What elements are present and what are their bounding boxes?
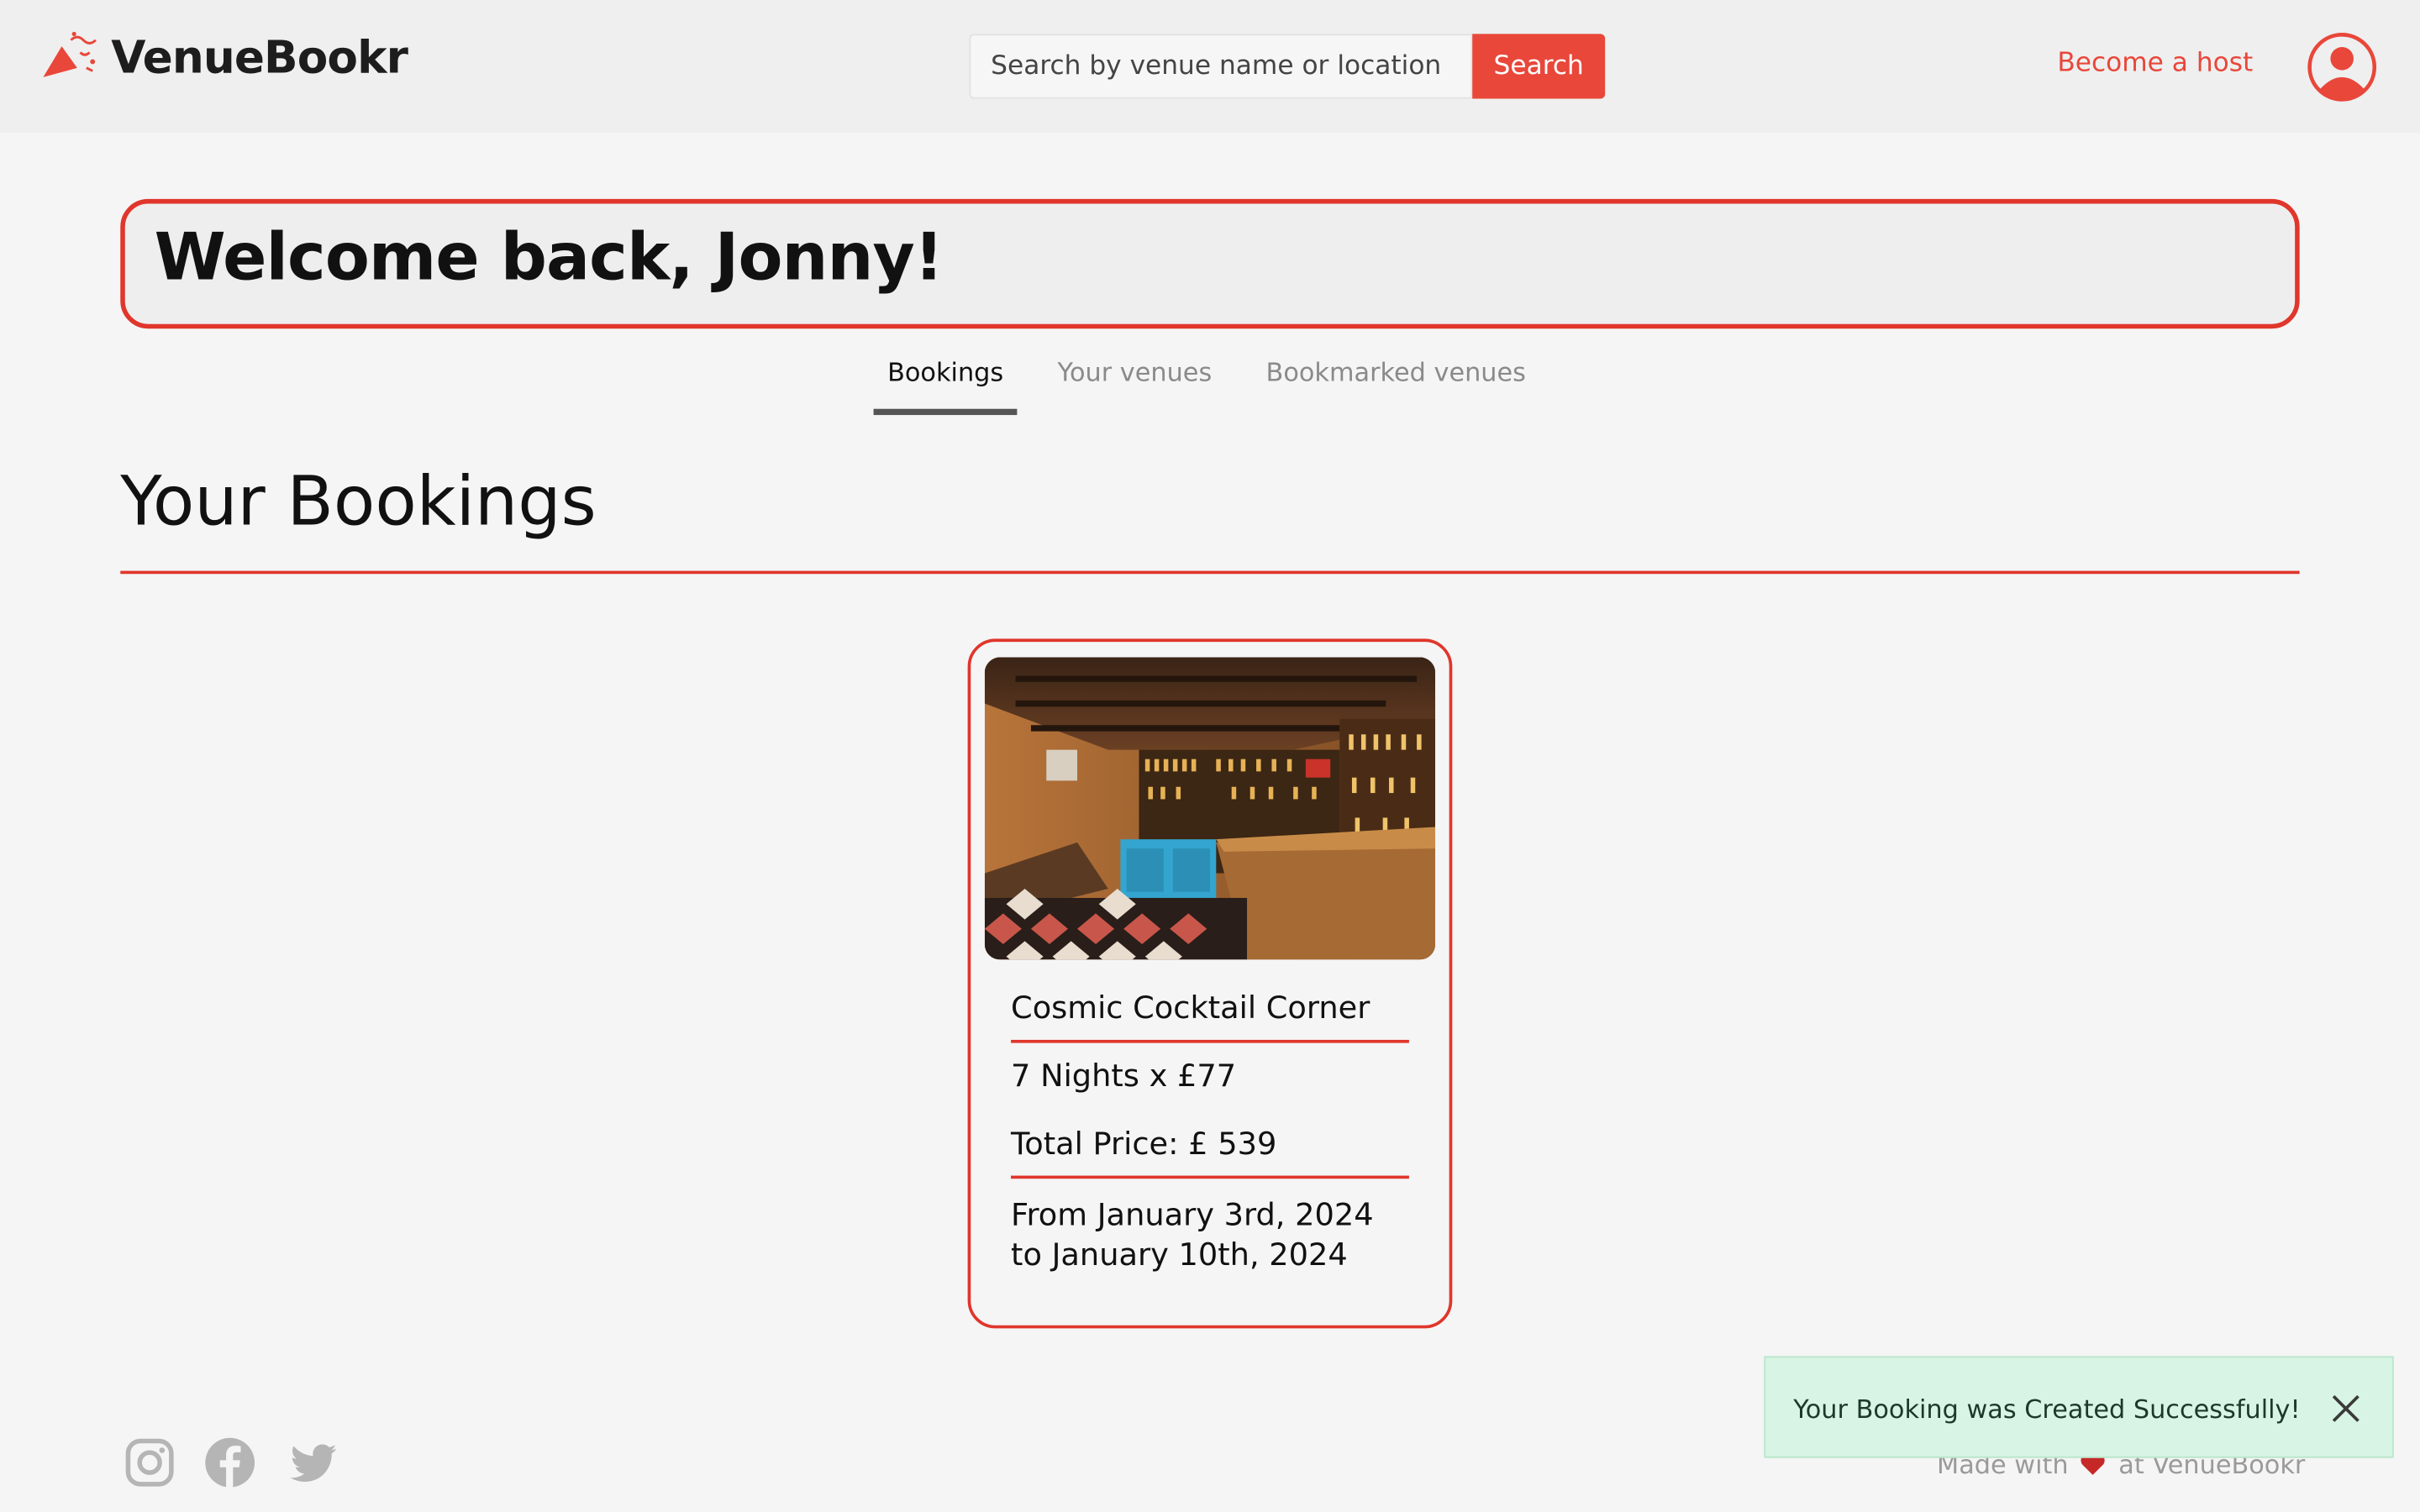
search-input[interactable] [969, 34, 1473, 99]
facebook-icon[interactable] [203, 1436, 255, 1488]
search-bar: Search [969, 34, 1606, 99]
welcome-title: Welcome back, Jonny! [154, 218, 944, 295]
date-to: to January 10th, 2024 [1011, 1236, 1348, 1273]
tab-your-venues[interactable]: Your venues [1044, 358, 1226, 415]
become-host-link[interactable]: Become a host [2057, 48, 2253, 79]
close-icon[interactable] [2329, 1392, 2363, 1425]
total-price: Total Price: £ 539 [1011, 1124, 1277, 1163]
dashboard-tabs: Bookings Your venues Bookmarked venues [873, 358, 1566, 416]
brand-name: VenueBookr [111, 30, 408, 84]
twitter-icon[interactable] [287, 1436, 339, 1488]
date-from: From January 3rd, 2024 [1011, 1195, 1374, 1233]
party-popper-icon [43, 31, 97, 77]
card-divider [1011, 1039, 1409, 1042]
tab-bookings[interactable]: Bookings [873, 358, 1018, 416]
section-title: Your Bookings [120, 463, 597, 542]
booking-card[interactable]: Cosmic Cocktail Corner 7 Nights x £77 To… [967, 638, 1453, 1329]
user-avatar-icon[interactable] [2307, 33, 2377, 102]
booking-dates: From January 3rd, 2024 to January 10th, … [1011, 1194, 1374, 1275]
toast-message: Your Booking was Created Successfully! [1793, 1394, 2301, 1425]
venue-name: Cosmic Cocktail Corner [1011, 989, 1370, 1026]
brand-logo[interactable]: VenueBookr [40, 31, 408, 83]
venue-photo [984, 657, 1436, 960]
tab-bookmarked-venues[interactable]: Bookmarked venues [1252, 358, 1539, 415]
instagram-icon[interactable] [124, 1436, 176, 1488]
search-button[interactable]: Search [1472, 34, 1606, 99]
welcome-banner: Welcome back, Jonny! [120, 198, 2300, 329]
nights-price: 7 Nights x £77 [1011, 1057, 1237, 1095]
card-divider [1011, 1175, 1409, 1179]
section-divider [120, 570, 2300, 574]
success-toast: Your Booking was Created Successfully! [1764, 1356, 2394, 1458]
top-navbar: VenueBookr Search Become a host [0, 0, 2420, 133]
